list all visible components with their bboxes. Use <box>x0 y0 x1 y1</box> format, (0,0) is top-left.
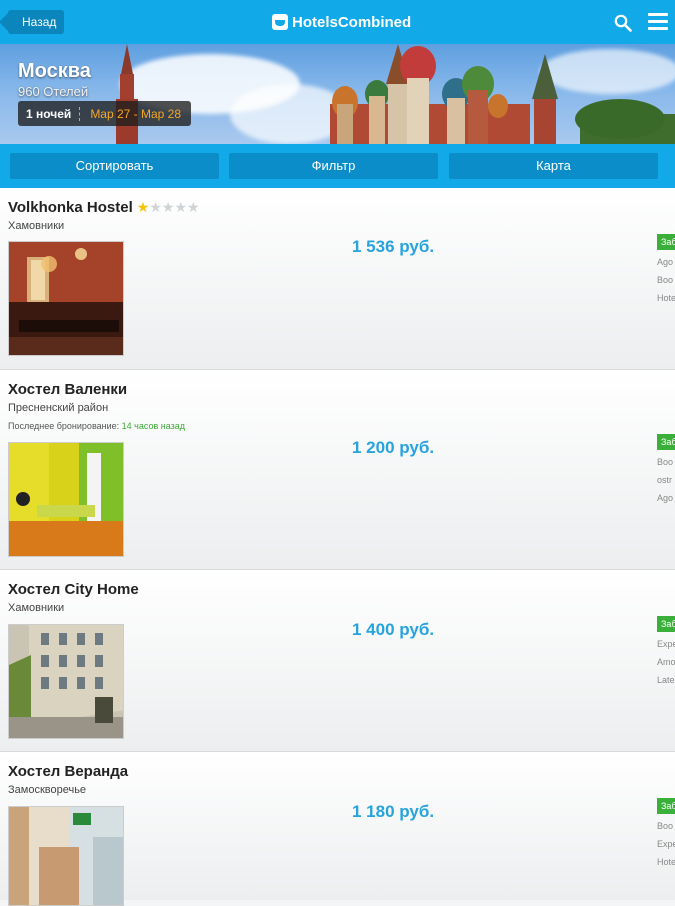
hotelscombined-logo[interactable]: Hotels Combined <box>272 12 411 32</box>
hotel-district: Пресненский район <box>8 402 109 414</box>
hotel-price[interactable]: 1 400 руб. <box>352 620 434 640</box>
provider-name: Expe <box>657 639 675 649</box>
back-button[interactable]: Назад <box>8 10 65 34</box>
provider-name: Late <box>657 675 675 685</box>
hotel-price[interactable]: 1 536 руб. <box>352 237 434 257</box>
hotel-name: Volkhonka Hostel <box>8 199 133 216</box>
star-rating: ★★★★★ <box>136 199 200 215</box>
hotel-photo-image <box>9 242 123 355</box>
hotel-list-item[interactable]: Хостел City Home Хамовники 1 400 руб. За… <box>0 570 675 752</box>
hotel-district: Замоскворечье <box>8 784 87 796</box>
provider-name: Amo <box>657 657 675 667</box>
provider-name: Ago <box>657 257 674 267</box>
deal-badge: Заб <box>657 234 675 250</box>
top-navigation-bar: Назад Hotels Combined <box>0 0 675 44</box>
provider-name: Hote <box>657 293 675 303</box>
last-booking-time: 14 часов назад <box>121 421 185 431</box>
hotel-photo[interactable] <box>8 624 124 739</box>
hotel-list-item[interactable]: Volkhonka Hostel ★★★★★ Хамовники 1 536 ру… <box>0 188 675 370</box>
provider-name: ostr <box>657 475 673 485</box>
hotel-price[interactable]: 1 180 руб. <box>352 802 434 822</box>
provider-name: Boo <box>657 821 674 831</box>
hotel-name: Хостел City Home <box>8 581 139 598</box>
logo-text-bold: Hotels <box>292 13 338 31</box>
hotel-photo[interactable] <box>8 806 124 906</box>
deal-badge: Заб <box>657 616 675 632</box>
hotel-list-item[interactable]: Хостел Веранда Замоскворечье 1 180 руб. … <box>0 752 675 906</box>
search-icon[interactable] <box>614 14 632 32</box>
hotel-photo[interactable] <box>8 241 124 356</box>
hotel-photo[interactable] <box>8 442 124 557</box>
hotel-count: 960 Отелей <box>18 84 89 99</box>
hotel-name: Хостел Валенки <box>8 381 128 398</box>
map-button[interactable]: Карта <box>449 153 658 179</box>
provider-name: Ago <box>657 493 674 503</box>
hotel-photo-image <box>9 443 123 556</box>
city-name: Москва <box>18 60 91 82</box>
provider-name: Expe <box>657 839 675 849</box>
provider-name: Boo <box>657 275 674 285</box>
hotel-list-item[interactable]: Хостел Валенки Пресненский район Последн… <box>0 370 675 570</box>
deal-badge: Заб <box>657 798 675 814</box>
sort-button[interactable]: Сортировать <box>10 153 219 179</box>
date-range: Map 27 - Map 28 <box>90 106 182 121</box>
hotel-district: Хамовники <box>8 602 65 614</box>
back-button-label: Назад <box>22 15 57 29</box>
deal-badge: Заб <box>657 434 675 450</box>
filter-button[interactable]: Фильтр <box>229 153 438 179</box>
kremlin-skyline-image <box>116 44 675 144</box>
logo-text-rest: Combined <box>337 13 412 31</box>
hotel-photo-image <box>9 807 123 905</box>
hamburger-menu-icon[interactable] <box>648 13 668 31</box>
action-bar: Сортировать Фильтр Карта <box>0 144 675 188</box>
last-booking-label: Последнее бронирование: <box>8 421 122 431</box>
hotel-price[interactable]: 1 200 руб. <box>352 438 434 458</box>
city-hero-banner: Москва 960 Отелей 1 ночей Map 27 - Map 2… <box>0 44 675 144</box>
hotel-district: Хамовники <box>8 220 65 232</box>
hotel-name: Хостел Веранда <box>8 763 129 780</box>
provider-name: Hote <box>657 857 675 867</box>
date-selector[interactable]: 1 ночей Map 27 - Map 28 <box>18 101 192 126</box>
nights-count: 1 ночей <box>18 106 81 121</box>
hotel-name-row[interactable]: Volkhonka Hostel ★★★★★ <box>8 199 200 216</box>
last-booking-note: Последнее бронирование: 14 часов назад <box>8 421 185 431</box>
provider-name: Boo <box>657 457 674 467</box>
logo-icon <box>272 14 288 30</box>
hotel-photo-image <box>9 625 123 738</box>
